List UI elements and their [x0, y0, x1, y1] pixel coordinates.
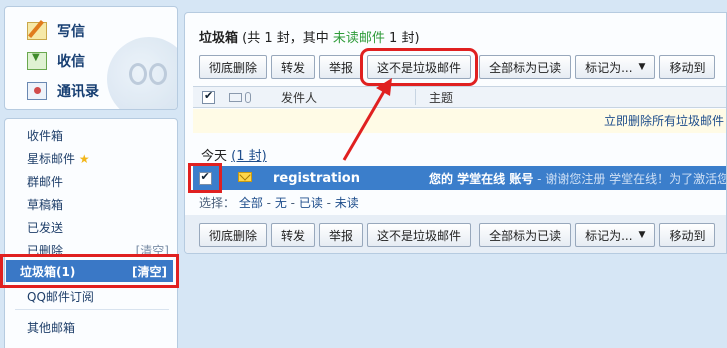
mail-list-header: 发件人 主题 [193, 86, 726, 108]
mark-as-dropdown[interactable]: 标记为... ▼ [575, 55, 656, 79]
sidebar-item-inbox[interactable]: 收件箱 [27, 127, 63, 144]
sidebar-item-label: 草稿箱 [27, 198, 64, 212]
report-button[interactable]: 举报 [319, 55, 364, 79]
select-all-checkbox[interactable] [202, 89, 215, 104]
sidebar-item-label: 收件箱 [27, 129, 64, 143]
compose-write-label: 写信 [57, 24, 85, 40]
highlight-box-spam-folder: 垃圾箱(1) [清空] [0, 254, 179, 288]
sidebar-item-starred[interactable]: 星标邮件 ★ [27, 150, 90, 167]
mark-all-read-button[interactable]: 全部标为已读 [479, 223, 572, 247]
sidebar-item-sent[interactable]: 已发送 [27, 219, 63, 236]
mark-as-label: 标记为... [585, 60, 633, 75]
top-toolbar: 彻底删除 转发 举报 这不是垃圾邮件 全部标为已读 标记为... ▼ 移动到 [199, 48, 716, 86]
mark-as-label: 标记为... [585, 228, 633, 243]
sidebar-item-label: 垃圾箱(1) [20, 264, 76, 279]
pencil-icon [27, 22, 47, 40]
not-spam-button[interactable]: 这不是垃圾邮件 [360, 48, 479, 86]
sender-column-header[interactable]: 发件人 [281, 89, 317, 106]
select-prefix: 选择： [199, 196, 236, 210]
sidebar-item-label: 其他邮箱 [27, 321, 76, 335]
mail-preview: - 谢谢您注册 学堂在线！为了激活您 [533, 171, 727, 186]
bottom-toolbar: 彻底删除 转发 举报 这不是垃圾邮件 全部标为已读 标记为... ▼ 移动到 [199, 223, 716, 247]
delete-permanently-button[interactable]: 彻底删除 [199, 55, 268, 79]
sidebar-item-label: 星标邮件 [27, 152, 76, 166]
select-all-link[interactable]: 全部 [239, 196, 263, 210]
date-group-header: 今天 (1 封) [201, 145, 267, 164]
header-icons [229, 91, 251, 103]
mail-subject: 您的 学堂在线 账号 - 谢谢您注册 学堂在线！为了激活您 [429, 170, 727, 187]
date-group-count-link[interactable]: (1 封) [231, 149, 267, 164]
move-to-label: 移动到 [669, 228, 706, 243]
not-spam-button[interactable]: 这不是垃圾邮件 [367, 223, 472, 247]
date-group-label: 今天 [201, 149, 228, 164]
forward-button[interactable]: 转发 [271, 55, 316, 79]
column-divider [415, 89, 416, 105]
mail-subject-text: 您的 学堂在线 账号 [429, 171, 534, 186]
sidebar-item-label: QQ邮件订阅 [27, 290, 94, 304]
folder-divider [15, 309, 169, 310]
title-suffix: 1 封) [384, 31, 420, 46]
sidebar-item-label: 群邮件 [27, 175, 64, 189]
star-icon: ★ [78, 152, 90, 166]
folder-name: 垃圾箱 [199, 31, 239, 46]
sidebar-item-spam[interactable]: 垃圾箱(1) [清空] [6, 260, 173, 282]
select-read-link[interactable]: 已读 [299, 196, 323, 210]
select-sep: - [322, 196, 335, 210]
select-unread-link[interactable]: 未读 [335, 196, 359, 210]
chevron-down-icon: ▼ [638, 230, 646, 240]
envelope-icon [229, 92, 242, 102]
delete-permanently-button[interactable]: 彻底删除 [199, 223, 268, 247]
select-sep: - [286, 196, 299, 210]
title-prefix: (共 1 封，其中 [238, 31, 333, 46]
compose-write-button[interactable]: 写信 [27, 21, 85, 41]
inbox-download-icon [27, 52, 47, 70]
move-to-label: 移动到 [669, 60, 706, 75]
select-sep: - [262, 196, 275, 210]
sidebar-item-drafts[interactable]: 草稿箱 [27, 196, 63, 213]
contacts-card-icon [27, 82, 47, 100]
empty-spam-link[interactable]: [清空] [132, 263, 167, 280]
move-to-dropdown[interactable]: 移动到 [659, 55, 716, 79]
check-mail-label: 收信 [57, 54, 85, 70]
mark-all-read-button[interactable]: 全部标为已读 [479, 55, 572, 79]
select-none-link[interactable]: 无 [275, 196, 287, 210]
subject-column-header[interactable]: 主题 [429, 89, 453, 106]
sidebar-item-group-mail[interactable]: 群邮件 [27, 173, 63, 190]
mark-as-dropdown[interactable]: 标记为... ▼ [575, 223, 656, 247]
unread-envelope-icon [238, 172, 252, 182]
select-bar: 选择： 全部 - 无 - 已读 - 未读 [199, 194, 359, 211]
qq-penguin-watermark-icon [107, 37, 177, 109]
sidebar-item-qq-subscription[interactable]: QQ邮件订阅 [27, 288, 94, 305]
compose-panel: 写信 收信 通讯录 [4, 6, 178, 110]
contacts-label: 通讯录 [57, 84, 99, 100]
page-title: 垃圾箱 (共 1 封，其中 未读邮件 1 封) [199, 27, 420, 46]
report-button[interactable]: 举报 [319, 223, 364, 247]
row-select-checkbox[interactable] [198, 170, 212, 185]
sidebar: 写信 收信 通讯录 收件箱 星标邮件 ★ 群邮件 草稿箱 已发送 已删除 [0, 0, 180, 348]
attachment-icon [245, 91, 251, 103]
folder-panel: 收件箱 星标邮件 ★ 群邮件 草稿箱 已发送 已删除 [清空] QQ邮件订阅 其… [4, 118, 178, 348]
move-to-dropdown[interactable]: 移动到 [659, 223, 716, 247]
highlight-box-row-checkbox [188, 163, 222, 193]
mail-sender: registration [273, 170, 360, 186]
delete-all-spam-link[interactable]: 立即删除所有垃圾邮件 [193, 109, 726, 133]
contacts-button[interactable]: 通讯录 [27, 81, 99, 101]
sidebar-item-label: 已发送 [27, 221, 64, 235]
forward-button[interactable]: 转发 [271, 223, 316, 247]
mail-list-panel: 垃圾箱 (共 1 封，其中 未读邮件 1 封) 彻底删除 转发 举报 这不是垃圾… [184, 12, 727, 254]
sidebar-item-other-mailbox[interactable]: 其他邮箱 [27, 319, 75, 336]
table-row[interactable]: registration 您的 学堂在线 账号 - 谢谢您注册 学堂在线！为了激… [193, 166, 727, 190]
check-mail-button[interactable]: 收信 [27, 51, 85, 71]
chevron-down-icon: ▼ [638, 62, 646, 72]
unread-label: 未读邮件 [332, 31, 385, 46]
